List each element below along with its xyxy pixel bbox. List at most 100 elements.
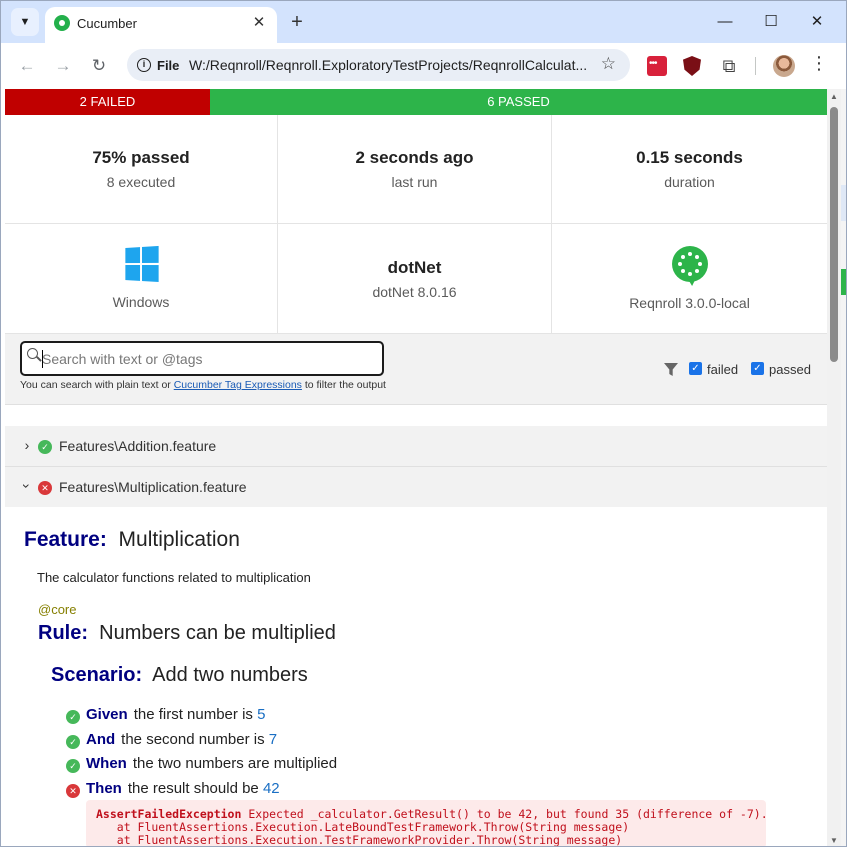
passed-count-bar: 6 PASSED — [210, 89, 827, 115]
profile-avatar[interactable] — [773, 55, 795, 77]
feature-description: The calculator functions related to mult… — [37, 570, 311, 585]
shield-extension-icon[interactable] — [683, 56, 701, 76]
extensions-puzzle-icon[interactable]: ⧉ — [719, 56, 739, 76]
tab-close-icon[interactable]: ✕ — [249, 13, 269, 33]
chevron-down-icon[interactable]: › — [19, 479, 35, 493]
step-and: ✓ And the second number is 7 — [66, 731, 277, 749]
failed-icon: ✕ — [38, 481, 52, 495]
feature-keyword: Feature: — [24, 528, 107, 551]
step-text: the second number is — [121, 731, 265, 748]
text-caret — [42, 350, 43, 368]
search-icon — [27, 348, 41, 362]
step-keyword: Then — [86, 780, 122, 797]
tool-version: Reqnroll 3.0.0-local — [629, 295, 750, 311]
runtime-version: dotNet 8.0.16 — [372, 283, 457, 300]
scroll-up-arrow-icon[interactable]: ▲ — [829, 92, 839, 101]
last-run-value: 2 seconds ago — [355, 148, 474, 167]
tag-expressions-link[interactable]: Cucumber Tag Expressions — [174, 379, 302, 391]
step-text: the result should be — [127, 780, 259, 797]
chevron-right-icon[interactable]: › — [20, 437, 34, 453]
stack-trace-line: at FluentAssertions.Execution.LateBoundT… — [96, 820, 630, 834]
step-param: 7 — [268, 731, 278, 748]
stat-passed: 75% passed 8 executed — [5, 115, 278, 224]
executed-count: 8 executed — [106, 174, 176, 190]
page-viewport: 2 FAILED 6 PASSED 75% passed 8 executed … — [5, 89, 827, 846]
failed-count-bar: 2 FAILED — [5, 89, 210, 115]
filter-icon — [664, 363, 678, 376]
search-panel: You can search with plain text or Cucumb… — [5, 334, 827, 405]
status-summary-bar: 2 FAILED 6 PASSED — [5, 89, 827, 115]
scenario-keyword: Scenario: — [51, 664, 143, 686]
feature-row-addition[interactable]: › ✓ Features\Addition.feature — [5, 426, 827, 467]
feature-row-multiplication[interactable]: › ✕ Features\Multiplication.feature — [5, 467, 827, 508]
page-scrollbar[interactable]: ▲ ▼ — [827, 89, 841, 846]
feature-name: Multiplication — [118, 528, 240, 551]
rule-heading: Rule: Numbers can be multiplied — [38, 622, 336, 645]
site-info-label: File — [157, 57, 180, 73]
rule-keyword: Rule: — [38, 622, 88, 644]
scroll-down-arrow-icon[interactable]: ▼ — [829, 836, 839, 845]
reload-icon[interactable]: ↻ — [85, 52, 113, 80]
browser-menu-icon[interactable]: ⋮ — [809, 53, 829, 74]
search-box[interactable] — [20, 341, 384, 376]
search-help-text: You can search with plain text or Cucumb… — [20, 379, 386, 391]
step-then: ✕ Then the result should be 42 — [66, 780, 280, 798]
passed-icon: ✓ — [66, 735, 80, 749]
error-message-box: AssertFailedException Expected _calculat… — [86, 800, 766, 846]
failed-filter-checkbox[interactable]: ✓ — [689, 362, 702, 375]
failed-filter-label: failed — [707, 362, 739, 377]
passed-icon: ✓ — [66, 710, 80, 724]
passed-percentage: 75% passed — [92, 148, 190, 167]
maximize-button[interactable]: ☐ — [748, 7, 794, 37]
scenario-name: Add two numbers — [152, 664, 308, 686]
search-input[interactable] — [42, 346, 372, 372]
step-given: ✓ Given the first number is 5 — [66, 706, 265, 724]
step-param: 5 — [257, 706, 266, 723]
step-keyword: Given — [86, 706, 128, 723]
step-when: ✓ When the two numbers are multiplied — [66, 755, 337, 773]
cucumber-favicon-icon — [54, 15, 70, 31]
passed-icon: ✓ — [38, 440, 52, 454]
step-text: the first number is — [133, 706, 253, 723]
windows-logo-icon — [124, 245, 159, 283]
feature-row-label: Features\Addition.feature — [59, 438, 217, 454]
passed-filter-checkbox[interactable]: ✓ — [751, 362, 764, 375]
exception-message: Expected _calculator.GetResult() to be 4… — [248, 807, 766, 821]
scenario-heading: Scenario: Add two numbers — [51, 664, 308, 687]
tag-core[interactable]: @core — [38, 602, 77, 617]
stat-last-run: 2 seconds ago last run — [278, 115, 552, 224]
background-green-block — [841, 269, 846, 295]
background-highlight — [841, 185, 846, 221]
back-arrow-icon[interactable]: ← — [13, 52, 41, 80]
browser-toolbar: ← → ↻ i File W:/Reqnroll/Reqnroll.Explor… — [1, 43, 846, 89]
feature-row-label: Features\Multiplication.feature — [59, 479, 247, 495]
url-text[interactable]: W:/Reqnroll/Reqnroll.ExploratoryTestProj… — [189, 57, 589, 73]
feature-detail: Feature: Multiplication The calculator f… — [5, 507, 827, 846]
os-name: Windows — [112, 294, 170, 310]
tab-search-button[interactable]: ▼ — [11, 8, 39, 36]
run-stats-grid: 75% passed 8 executed 2 seconds ago last… — [5, 115, 827, 334]
close-window-button[interactable]: ✕ — [794, 7, 840, 37]
scrollbar-thumb[interactable] — [830, 107, 838, 362]
stat-runtime: dotNet dotNet 8.0.16 — [278, 224, 552, 334]
bookmark-star-icon[interactable]: ☆ — [601, 54, 616, 74]
stat-duration: 0.15 seconds duration — [552, 115, 827, 224]
step-keyword: And — [86, 731, 116, 748]
tab-strip: ▼ Cucumber ✕ + — ☐ ✕ — [1, 1, 846, 43]
address-bar[interactable]: i File W:/Reqnroll/Reqnroll.ExploratoryT… — [127, 49, 630, 81]
search-help-suffix: to filter the output — [304, 379, 386, 391]
failed-icon: ✕ — [66, 784, 80, 798]
forward-arrow-icon[interactable]: → — [49, 52, 77, 80]
tab-cucumber[interactable]: Cucumber ✕ — [45, 7, 277, 43]
exception-type: AssertFailedException — [96, 807, 242, 821]
new-tab-button[interactable]: + — [285, 10, 309, 34]
password-manager-extension-icon[interactable] — [647, 56, 667, 76]
rule-name: Numbers can be multiplied — [99, 622, 336, 644]
cucumber-logo-icon — [671, 246, 708, 286]
step-param: 42 — [262, 780, 280, 797]
minimize-button[interactable]: — — [702, 7, 748, 37]
stat-tool: Reqnroll 3.0.0-local — [552, 224, 827, 334]
tab-title: Cucumber — [77, 16, 137, 31]
site-info-chip[interactable]: i File — [133, 53, 187, 77]
toolbar-divider — [755, 57, 756, 75]
